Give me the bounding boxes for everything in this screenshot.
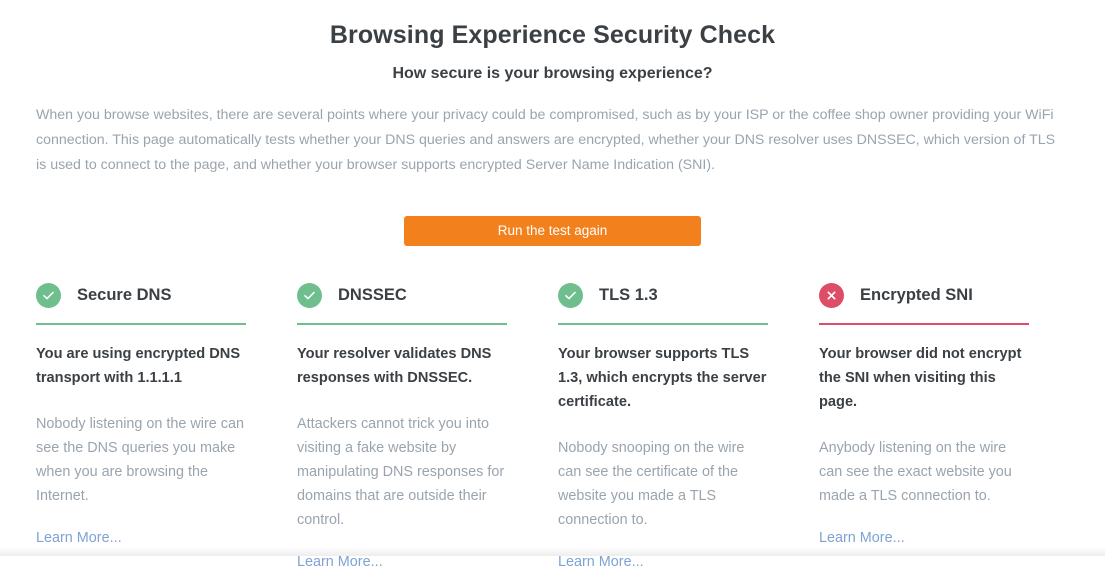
page-subtitle: How secure is your browsing experience? — [392, 65, 713, 83]
card-primary-text: Your browser supports TLS 1.3, which enc… — [558, 346, 767, 411]
page-title: Browsing Experience Security Check — [329, 21, 776, 49]
result-card-secure-dns: Secure DNS You are using encrypted DNS t… — [36, 282, 246, 572]
card-primary-text: Your browser did not encrypt the SNI whe… — [819, 346, 1022, 411]
card-title: DNSSEC — [338, 285, 407, 304]
run-test-row: Run the test again — [36, 216, 1069, 247]
card-header: TLS 1.3 — [558, 282, 768, 308]
run-test-again-button[interactable]: Run the test again — [404, 216, 701, 247]
card-title: Encrypted SNI — [860, 285, 973, 304]
result-card-tls-13: TLS 1.3 Your browser supports TLS 1.3, w… — [558, 282, 768, 572]
learn-more-link[interactable]: Learn More... — [819, 528, 905, 548]
result-card-encrypted-sni: Encrypted SNI Your browser did not encry… — [819, 282, 1029, 572]
check-circle-icon — [297, 282, 322, 308]
learn-more-link[interactable]: Learn More... — [36, 528, 122, 548]
result-card-dnssec: DNSSEC Your resolver validates DNS respo… — [297, 282, 507, 572]
card-secondary-text: Anybody listening on the wire can see th… — [819, 440, 1012, 505]
card-title: TLS 1.3 — [599, 285, 658, 304]
card-header: Secure DNS — [36, 282, 246, 308]
card-secondary-text: Attackers cannot trick you into visiting… — [297, 416, 505, 529]
card-primary-text: You are using encrypted DNS transport wi… — [36, 346, 241, 387]
card-title: Secure DNS — [77, 285, 172, 304]
page-bottom-edge — [0, 547, 1105, 556]
card-header: Encrypted SNI — [819, 282, 1029, 308]
check-circle-icon — [36, 282, 61, 308]
card-secondary-text: Nobody snooping on the wire can see the … — [558, 440, 745, 529]
check-circle-icon — [558, 282, 583, 308]
card-secondary-text: Nobody listening on the wire can see the… — [36, 416, 244, 505]
x-circle-icon — [819, 282, 844, 308]
intro-paragraph: When you browse websites, there are seve… — [36, 107, 1056, 174]
security-check-page: Browsing Experience Security Check How s… — [0, 0, 1105, 570]
card-primary-text: Your resolver validates DNS responses wi… — [297, 346, 492, 387]
card-header: DNSSEC — [297, 282, 507, 308]
results-card-grid: Secure DNS You are using encrypted DNS t… — [36, 282, 1069, 572]
